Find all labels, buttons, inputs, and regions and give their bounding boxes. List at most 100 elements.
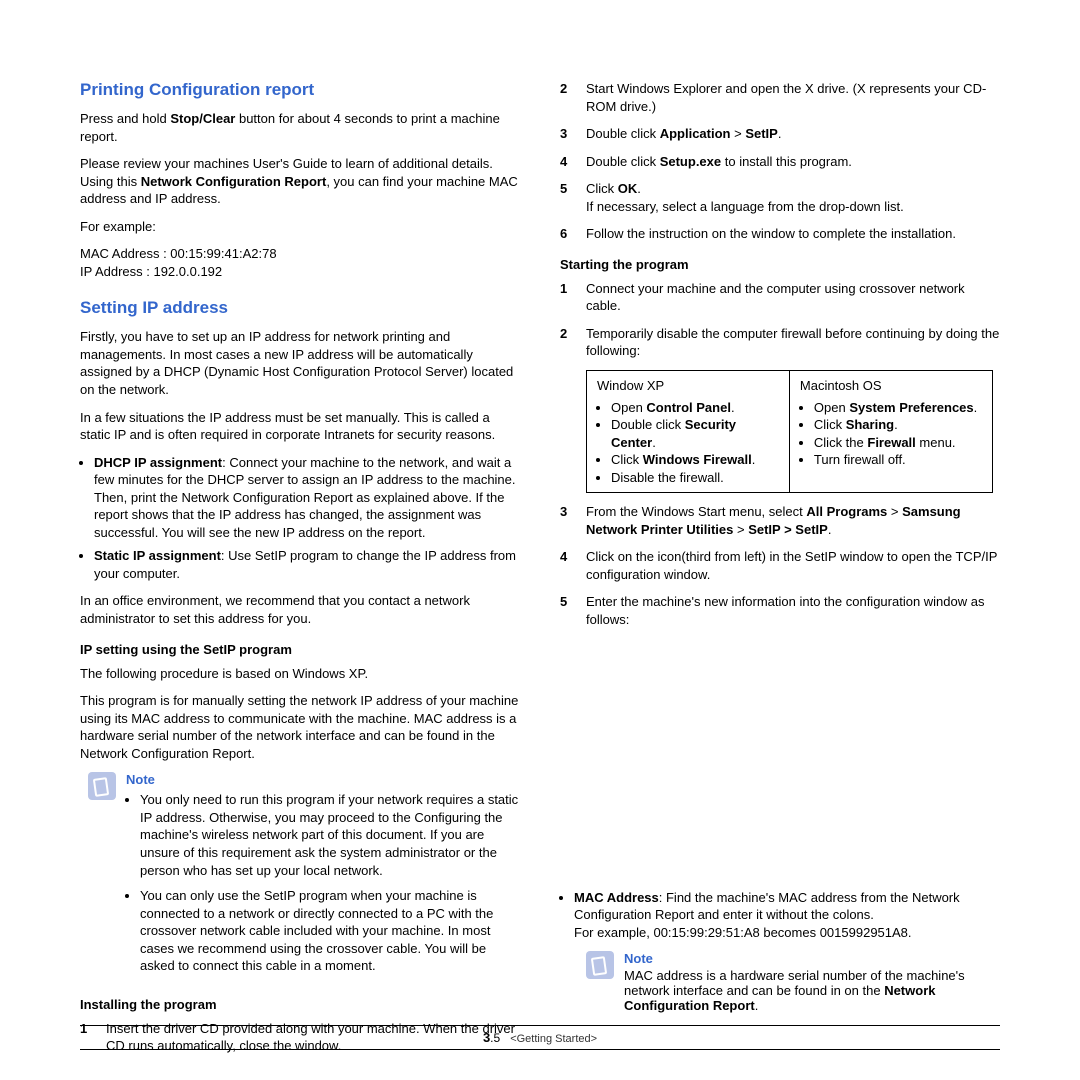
note-body: Note You only need to run this program i… xyxy=(126,772,520,982)
heading-printing-config: Printing Configuration report xyxy=(80,80,520,100)
section-label: <Getting Started> xyxy=(510,1033,597,1045)
text: . xyxy=(731,400,735,415)
step-item: 1 Connect your machine and the computer … xyxy=(560,280,1000,315)
step-number: 3 xyxy=(560,503,574,538)
note-list: You only need to run this program if you… xyxy=(126,791,520,974)
step-body: Connect your machine and the computer us… xyxy=(586,280,1000,315)
step-number: 2 xyxy=(560,80,574,115)
note-body: Note MAC address is a hardware serial nu… xyxy=(624,951,1000,1013)
list-item: You can only use the SetIP program when … xyxy=(140,887,520,975)
step-list: 1 Connect your machine and the computer … xyxy=(560,280,1000,360)
step-item: 4 Double click Setup.exe to install this… xyxy=(560,153,1000,171)
bullet-list: DHCP IP assignment: Connect your machine… xyxy=(80,454,520,583)
cell-list: Open System Preferences. Click Sharing. … xyxy=(800,399,982,469)
note-label: Note xyxy=(624,951,1000,966)
step-number: 6 xyxy=(560,225,574,243)
note-label: Note xyxy=(126,772,520,787)
step-item: 2 Start Windows Explorer and open the X … xyxy=(560,80,1000,115)
step-number: 3 xyxy=(560,125,574,143)
mac-address-example: MAC Address : 00:15:99:41:A2:78 xyxy=(80,245,520,263)
table-cell-mac: Macintosh OS Open System Preferences. Cl… xyxy=(790,371,992,492)
paragraph: This program is for manually setting the… xyxy=(80,692,520,762)
text: Click xyxy=(611,452,643,467)
note-icon xyxy=(586,951,614,979)
left-column: Printing Configuration report Press and … xyxy=(80,80,520,1065)
list-item: Turn firewall off. xyxy=(814,451,982,469)
step-body: Double click Setup.exe to install this p… xyxy=(586,153,1000,171)
step-body: Click OK. If necessary, select a languag… xyxy=(586,180,1000,215)
text: If necessary, select a language from the… xyxy=(586,199,904,214)
list-item: Double click Security Center. xyxy=(611,416,779,451)
step-body: Double click Application > SetIP. xyxy=(586,125,1000,143)
cell-heading: Window XP xyxy=(597,378,664,393)
step-number: 2 xyxy=(560,325,574,360)
list-item: Open System Preferences. xyxy=(814,399,982,417)
text: . xyxy=(752,452,756,467)
heading-setting-ip: Setting IP address xyxy=(80,298,520,318)
bold-text: Stop/Clear xyxy=(170,111,235,126)
bold-text: DHCP IP assignment xyxy=(94,455,222,470)
image-placeholder xyxy=(560,639,1000,889)
table-row: Window XP Open Control Panel. Double cli… xyxy=(587,371,992,492)
text: . xyxy=(637,181,641,196)
ip-address-example: IP Address : 192.0.0.192 xyxy=(80,263,520,281)
paragraph: The following procedure is based on Wind… xyxy=(80,665,520,683)
step-item: 2 Temporarily disable the computer firew… xyxy=(560,325,1000,360)
text: Click the xyxy=(814,435,867,450)
step-number: 4 xyxy=(560,548,574,583)
text: . xyxy=(778,126,782,141)
bold-text: Static IP assignment xyxy=(94,548,221,563)
text: Double click xyxy=(586,126,660,141)
paragraph: For example: xyxy=(80,218,520,236)
bold-text: Windows Firewall xyxy=(643,452,752,467)
page-number: 3.5 xyxy=(483,1031,500,1045)
text: . xyxy=(974,400,978,415)
step-body: Click on the icon(third from left) in th… xyxy=(586,548,1000,583)
two-column-layout: Printing Configuration report Press and … xyxy=(80,80,1000,1065)
text: . xyxy=(894,417,898,432)
bold-text: Control Panel xyxy=(646,400,731,415)
step-body: Temporarily disable the computer firewal… xyxy=(586,325,1000,360)
firewall-table: Window XP Open Control Panel. Double cli… xyxy=(586,370,993,493)
bold-text: Application xyxy=(660,126,731,141)
list-item: Static IP assignment: Use SetIP program … xyxy=(94,547,520,582)
step-body: From the Windows Start menu, select All … xyxy=(586,503,1000,538)
right-column: 2 Start Windows Explorer and open the X … xyxy=(560,80,1000,1065)
text: . xyxy=(828,522,832,537)
text: . xyxy=(755,998,759,1013)
text: Click xyxy=(586,181,618,196)
note-icon xyxy=(88,772,116,800)
text: . xyxy=(652,435,656,450)
text: For example, 00:15:99:29:51:A8 becomes 0… xyxy=(574,925,912,940)
bold-text: SetIP xyxy=(745,126,778,141)
note-text: MAC address is a hardware serial number … xyxy=(624,968,1000,1013)
list-item: Click Sharing. xyxy=(814,416,982,434)
bold-text: OK xyxy=(618,181,638,196)
paragraph: Press and hold Stop/Clear button for abo… xyxy=(80,110,520,145)
step-number: 1 xyxy=(560,280,574,315)
step-number: 4 xyxy=(560,153,574,171)
step-number: 5 xyxy=(560,180,574,215)
text: menu. xyxy=(916,435,956,450)
step-item: 6 Follow the instruction on the window t… xyxy=(560,225,1000,243)
list-item: Disable the firewall. xyxy=(611,469,779,487)
bold-text: Network Configuration Report xyxy=(141,174,327,189)
note-box: Note You only need to run this program i… xyxy=(88,772,520,982)
paragraph: In an office environment, we recommend t… xyxy=(80,592,520,627)
step-body: Follow the instruction on the window to … xyxy=(586,225,1000,243)
step-body: Start Windows Explorer and open the X dr… xyxy=(586,80,1000,115)
bold-text: Sharing xyxy=(846,417,894,432)
paragraph: Firstly, you have to set up an IP addres… xyxy=(80,328,520,398)
list-item: You only need to run this program if you… xyxy=(140,791,520,879)
list-item: MAC Address: Find the machine's MAC addr… xyxy=(574,889,1000,942)
step-list: 3 From the Windows Start menu, select Al… xyxy=(560,503,1000,628)
subheading-starting: Starting the program xyxy=(560,257,1000,272)
text: From the Windows Start menu, select xyxy=(586,504,806,519)
step-body: Enter the machine's new information into… xyxy=(586,593,1000,628)
text: Double click xyxy=(611,417,685,432)
bold-text: System Preferences xyxy=(849,400,973,415)
step-item: 5 Enter the machine's new information in… xyxy=(560,593,1000,628)
page-minor: .5 xyxy=(490,1031,500,1045)
page-footer: 3.5 <Getting Started> xyxy=(80,1025,1000,1050)
table-cell-windows: Window XP Open Control Panel. Double cli… xyxy=(587,371,790,492)
